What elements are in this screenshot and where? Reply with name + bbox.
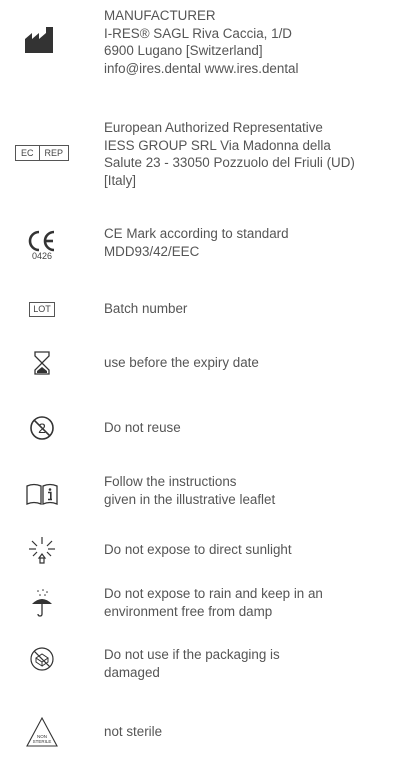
ce-mark: 0426 <box>27 230 57 261</box>
svg-text:STERILE: STERILE <box>33 739 52 744</box>
reuse-text: Do not reuse <box>104 420 181 435</box>
ec-rep-label: EC REP <box>14 145 70 161</box>
hourglass-icon <box>34 351 50 375</box>
notified-body-number: 0426 <box>31 250 53 261</box>
sterile-text: not sterile <box>104 724 163 739</box>
lot-text: Batch number <box>104 301 188 316</box>
instructions-book-icon <box>26 483 58 505</box>
sunlight-icon <box>29 537 55 564</box>
ce-icon <box>28 230 55 251</box>
expiry-text: use before the expiry date <box>104 355 259 370</box>
manufacturer-text: MANUFACTURER I-RES® SAGL Riva Caccia, 1/… <box>104 8 299 76</box>
do-not-reuse-icon: 2 <box>30 416 54 440</box>
ec-label: EC <box>20 148 34 158</box>
damaged-package-icon <box>30 647 54 671</box>
lot-label: LOT <box>29 301 55 317</box>
damaged-text: Do not use if the packaging is damaged <box>104 647 280 680</box>
ec-rep-text: European Authorized Representative IESS … <box>104 120 355 188</box>
non-sterile-icon: NON STERILE <box>26 716 58 747</box>
sunlight-text: Do not expose to direct sunlight <box>104 542 292 557</box>
manufacturer-icon <box>25 27 53 53</box>
umbrella-icon <box>32 589 52 617</box>
damp-text: Do not expose to rain and keep in an env… <box>104 586 323 619</box>
rep-label: REP <box>38 146 69 160</box>
instructions-text: Follow the instructions given in the ill… <box>104 474 276 507</box>
ce-text: CE Mark according to standard MDD93/42/E… <box>104 226 289 259</box>
